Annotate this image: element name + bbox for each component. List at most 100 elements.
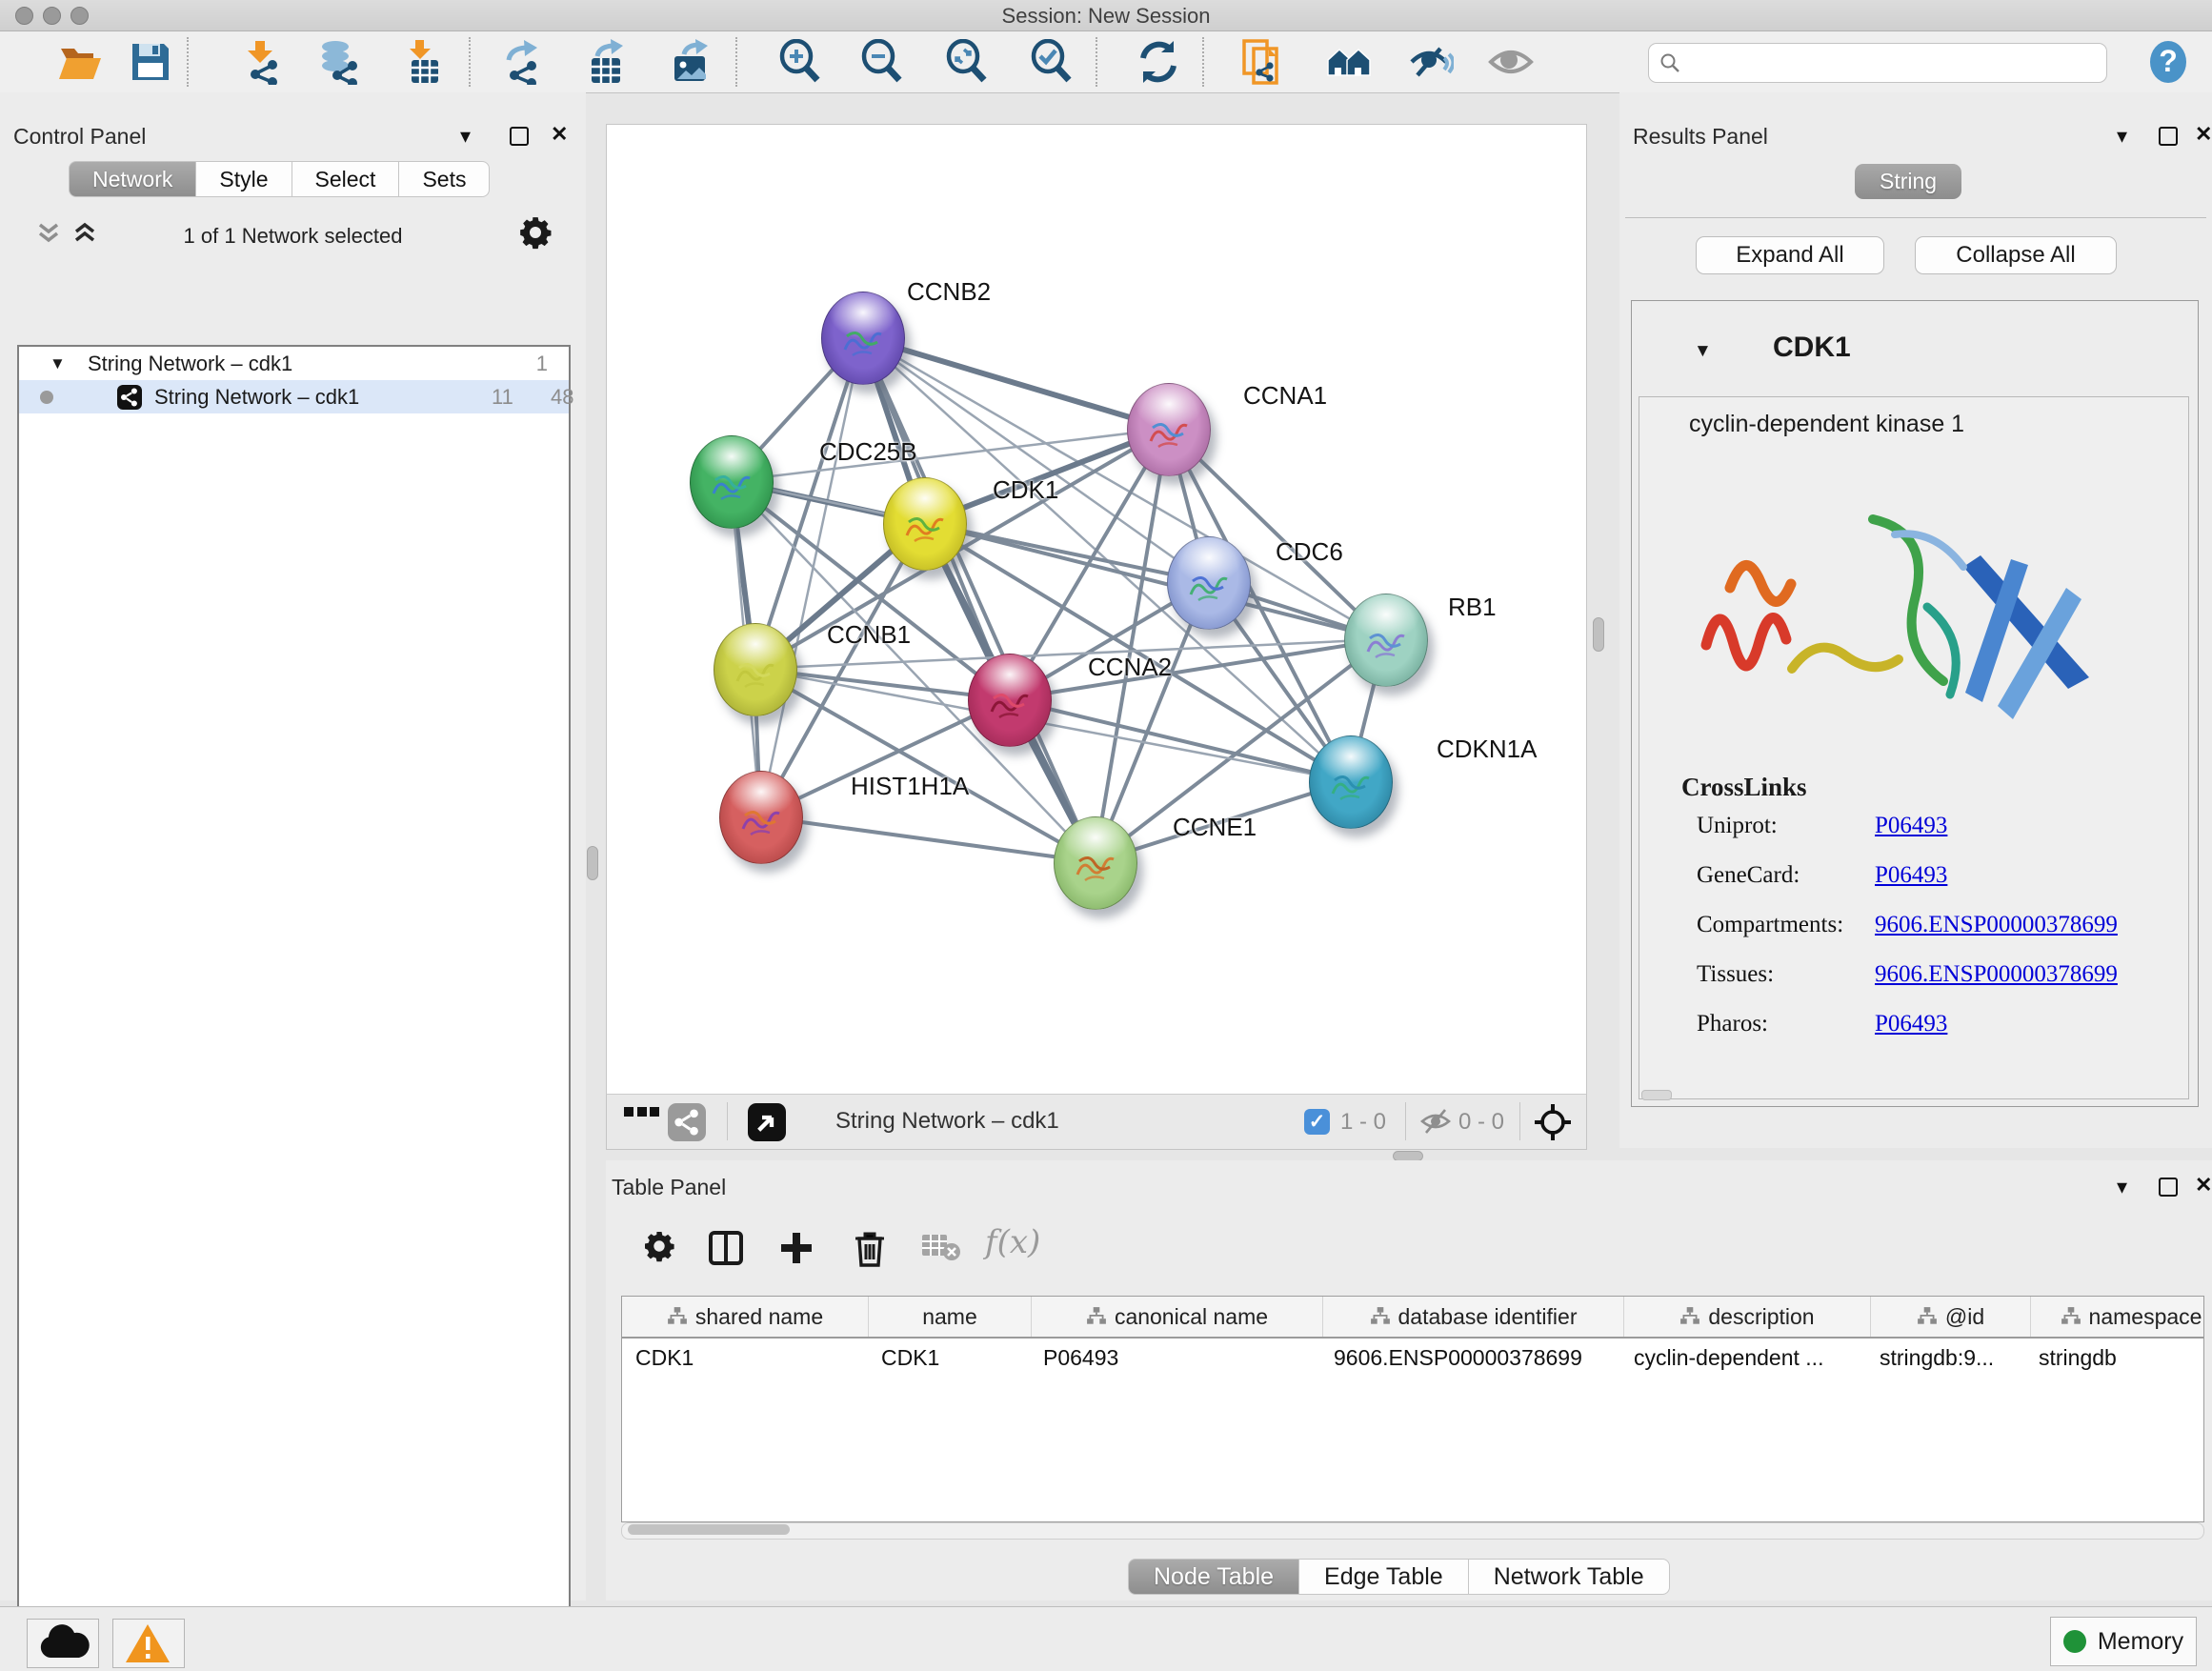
- column-header-database-identifier[interactable]: database identifier: [1323, 1297, 1624, 1337]
- tab-network-table[interactable]: Network Table: [1469, 1559, 1670, 1595]
- refresh-icon[interactable]: [1136, 39, 1181, 85]
- table-cell[interactable]: P06493: [1030, 1339, 1320, 1377]
- zoom-fit-icon[interactable]: [944, 39, 990, 85]
- import-network-icon[interactable]: [238, 39, 284, 85]
- memory-button[interactable]: Memory: [2050, 1617, 2197, 1666]
- network-node-ccna2[interactable]: [968, 654, 1052, 747]
- crosslink-link[interactable]: P06493: [1875, 1011, 1947, 1037]
- column-header-shared-name[interactable]: shared name: [622, 1297, 869, 1337]
- zoom-out-icon[interactable]: [859, 39, 905, 85]
- table-cell[interactable]: cyclin-dependent ...: [1620, 1339, 1866, 1377]
- close-panel-icon[interactable]: ✕: [2195, 122, 2212, 147]
- node-label-ccnb1: CCNB1: [827, 620, 911, 650]
- table-cell[interactable]: CDK1: [622, 1339, 868, 1377]
- tab-node-table[interactable]: Node Table: [1128, 1559, 1299, 1595]
- table-cell[interactable]: CDK1: [868, 1339, 1030, 1377]
- hidden-eye-icon[interactable]: [1418, 1106, 1453, 1141]
- float-panel-icon[interactable]: [2159, 1178, 2178, 1197]
- tab-sets[interactable]: Sets: [399, 161, 490, 197]
- crosslink-link[interactable]: P06493: [1875, 862, 1947, 889]
- crosslink-link[interactable]: P06493: [1875, 813, 1947, 839]
- column-header-name[interactable]: name: [869, 1297, 1032, 1337]
- network-node-hist1h1a[interactable]: [719, 771, 803, 864]
- grid-view-icon[interactable]: [624, 1107, 659, 1123]
- tab-edge-table[interactable]: Edge Table: [1299, 1559, 1469, 1595]
- network-row-selected[interactable]: String Network – cdk1 11 48: [19, 380, 569, 413]
- network-node-ccna1[interactable]: [1127, 383, 1211, 476]
- scrollbar-thumb[interactable]: [628, 1524, 790, 1535]
- network-node-ccnb2[interactable]: [821, 292, 905, 385]
- show-all-icon[interactable]: [1488, 39, 1534, 85]
- table-row[interactable]: CDK1CDK1P064939606.ENSP00000378699cyclin…: [622, 1339, 2204, 1377]
- table-cell[interactable]: 9606.ENSP00000378699: [1320, 1339, 1620, 1377]
- results-scrollbar-thumb[interactable]: [1641, 1090, 1672, 1100]
- tab-style[interactable]: Style: [196, 161, 292, 197]
- network-collection-row[interactable]: ▼ String Network – cdk1 1: [19, 347, 569, 380]
- search-field[interactable]: [1648, 43, 2107, 83]
- network-node-rb1[interactable]: [1344, 594, 1428, 687]
- tab-select[interactable]: Select: [292, 161, 400, 197]
- panel-menu-icon[interactable]: ▾: [460, 124, 471, 149]
- tab-string[interactable]: String: [1855, 164, 1961, 199]
- close-panel-icon[interactable]: ✕: [2195, 1173, 2212, 1198]
- import-network-from-database-icon[interactable]: [316, 39, 362, 85]
- float-panel-icon[interactable]: [510, 127, 529, 146]
- column-header-canonical-name[interactable]: canonical name: [1032, 1297, 1323, 1337]
- delete-column-icon[interactable]: [852, 1229, 888, 1272]
- column-header-description[interactable]: description: [1624, 1297, 1871, 1337]
- cloud-tasks-button[interactable]: [27, 1619, 99, 1668]
- node-table[interactable]: shared namenamecanonical namedatabase id…: [621, 1296, 2204, 1522]
- network-node-ccne1[interactable]: [1054, 816, 1137, 910]
- table-header-row: shared namenamecanonical namedatabase id…: [622, 1297, 2204, 1339]
- collapse-all-button[interactable]: Collapse All: [1915, 236, 2117, 274]
- help-icon[interactable]: ?: [2145, 39, 2191, 85]
- crosslink-link[interactable]: 9606.ENSP00000378699: [1875, 912, 2118, 938]
- network-node-ccnb1[interactable]: [714, 623, 797, 716]
- selected-checkbox-icon[interactable]: ✓: [1304, 1109, 1330, 1135]
- show-columns-icon[interactable]: [707, 1229, 745, 1272]
- import-table-icon[interactable]: [400, 39, 446, 85]
- crosslink-row: GeneCard:P06493: [1639, 862, 2188, 912]
- tab-network[interactable]: Network: [69, 161, 196, 197]
- panel-menu-icon[interactable]: ▾: [2117, 124, 2127, 149]
- panel-menu-icon[interactable]: ▾: [2117, 1175, 2127, 1199]
- column-header-namespace[interactable]: namespace: [2031, 1297, 2204, 1337]
- table-cell[interactable]: stringdb:9...: [1866, 1339, 2025, 1377]
- toolbar-separator: [1202, 37, 1204, 87]
- export-network-icon[interactable]: [499, 39, 545, 85]
- network-options-gear-icon[interactable]: [517, 214, 553, 255]
- search-input[interactable]: [1691, 48, 2095, 78]
- add-column-icon[interactable]: [777, 1229, 815, 1272]
- network-share-icon[interactable]: [668, 1103, 706, 1141]
- hide-selected-icon[interactable]: [1408, 39, 1454, 85]
- search-icon: [1659, 51, 1681, 74]
- copy-network-icon[interactable]: [1240, 39, 1286, 85]
- collection-expander-icon[interactable]: ▼: [50, 347, 66, 380]
- network-canvas[interactable]: CCNB2CCNA1CDC25BCDK1CDC6RB1CCNB1CCNA2CDK…: [606, 124, 1587, 1096]
- table-cell[interactable]: stringdb: [2025, 1339, 2204, 1377]
- network-node-cdk1[interactable]: [883, 477, 967, 571]
- neighborhood-houses-icon[interactable]: [1326, 39, 1372, 85]
- crosshair-icon[interactable]: [1533, 1102, 1573, 1147]
- network-node-cdc6[interactable]: [1167, 536, 1251, 630]
- save-session-icon[interactable]: [128, 39, 173, 85]
- left-splitter-handle[interactable]: [587, 846, 598, 880]
- export-table-icon[interactable]: [584, 39, 630, 85]
- crosslink-link[interactable]: 9606.ENSP00000378699: [1875, 961, 2118, 988]
- export-image-icon[interactable]: [669, 39, 714, 85]
- float-panel-icon[interactable]: [2159, 127, 2178, 146]
- expand-all-button[interactable]: Expand All: [1696, 236, 1884, 274]
- zoom-in-icon[interactable]: [777, 39, 823, 85]
- close-panel-icon[interactable]: ✕: [551, 122, 568, 147]
- right-splitter-handle[interactable]: [1593, 617, 1604, 652]
- table-horizontal-scrollbar[interactable]: [621, 1522, 2204, 1540]
- zoom-selected-icon[interactable]: [1029, 39, 1075, 85]
- table-options-gear-icon[interactable]: [642, 1229, 676, 1268]
- section-expander-icon[interactable]: ▼: [1694, 341, 1712, 362]
- open-session-icon[interactable]: [57, 39, 103, 85]
- network-node-cdkn1a[interactable]: [1309, 735, 1393, 829]
- column-header--id[interactable]: @id: [1871, 1297, 2031, 1337]
- birds-eye-view-icon[interactable]: [748, 1103, 786, 1141]
- warnings-button[interactable]: [112, 1619, 185, 1668]
- network-node-cdc25b[interactable]: [690, 435, 774, 529]
